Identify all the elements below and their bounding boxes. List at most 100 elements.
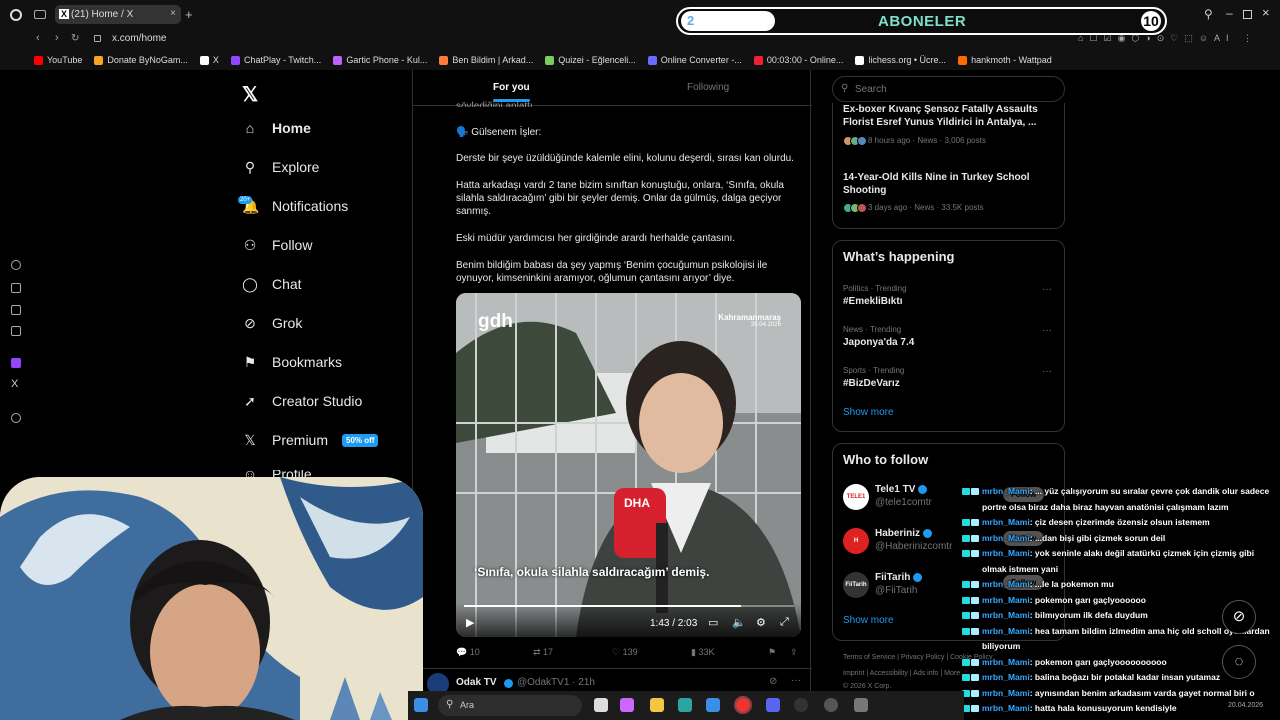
grok-icon[interactable]: ⊘	[769, 676, 777, 687]
nav-item-grok[interactable]: ⊘ Grok	[242, 315, 302, 331]
bookmark-item[interactable]: Gartic Phone - Kul...	[333, 55, 427, 65]
sidebar-twitch-icon[interactable]	[11, 358, 21, 368]
restore-icon[interactable]	[1243, 10, 1252, 19]
minimize-icon[interactable]: –	[1226, 6, 1233, 20]
browser-menu-icon[interactable]	[10, 9, 22, 21]
obs-icon[interactable]	[824, 698, 838, 712]
tab-home-x[interactable]: X (21) Home / X ×	[55, 5, 181, 24]
trend-name[interactable]: #EmekliBıktı	[843, 296, 902, 307]
bookmark-item[interactable]: Online Converter -...	[647, 55, 742, 65]
like-button[interactable]: ♡ 139	[612, 647, 638, 658]
bookmark-label: lichess.org • Ücre...	[868, 55, 947, 65]
windows-start-icon[interactable]	[414, 698, 428, 712]
repost-button[interactable]: ⇄ 17	[533, 647, 553, 658]
captions-icon[interactable]: ▭	[708, 616, 718, 629]
tab-following[interactable]: Following	[687, 82, 729, 93]
more-icon[interactable]: ···	[791, 675, 801, 686]
bookmark-item[interactable]: hankmoth - Wattpad	[958, 55, 1052, 65]
search-icon[interactable]: ⚲	[1204, 7, 1213, 21]
app-icon[interactable]	[854, 698, 868, 712]
new-tab-icon[interactable]: +	[185, 7, 193, 22]
nav-item-creator-studio[interactable]: ➚ Creator Studio	[242, 393, 362, 409]
bookmark-favicon-icon	[94, 55, 104, 65]
nav-item-follow[interactable]: ⚇ Follow	[242, 237, 313, 253]
sidebar-history-icon[interactable]	[11, 260, 21, 270]
next-post-author[interactable]: Odak TV	[456, 677, 497, 688]
bookmark-item[interactable]: Ben Bildim | Arkad...	[439, 55, 533, 65]
file-explorer-icon[interactable]	[650, 698, 664, 712]
show-more-trends[interactable]: Show more	[843, 407, 894, 418]
nav-item-notifications[interactable]: 🔔 Notifications	[242, 198, 348, 214]
tab-close-icon[interactable]: ×	[170, 8, 176, 19]
trend-more-icon[interactable]: ···	[1042, 366, 1052, 377]
bookmark-item[interactable]: lichess.org • Ücre...	[855, 55, 946, 65]
tab-overview-icon[interactable]	[34, 10, 46, 19]
sidebar-downloads-icon[interactable]	[11, 283, 21, 293]
close-window-icon[interactable]: ×	[1262, 5, 1270, 20]
trend-more-icon[interactable]: ···	[1042, 284, 1052, 295]
bookmark-icon[interactable]: ⚑	[768, 647, 776, 658]
bookmark-item[interactable]: YouTube	[34, 55, 82, 65]
settings-gear-icon[interactable]: ⚙	[756, 616, 766, 629]
follow-avatar[interactable]: TELE1	[843, 484, 869, 510]
follow-name[interactable]: Haberiniz	[875, 528, 933, 539]
bookmark-item[interactable]: X	[199, 55, 219, 65]
task-view-icon[interactable]	[594, 698, 608, 712]
views-button[interactable]: ▮ 33K	[691, 647, 714, 658]
search-input[interactable]: ⚲ Search	[832, 76, 1065, 102]
footer-links-2[interactable]: Imprint | Accessibility | Ads info | Mor…	[843, 670, 968, 677]
post-video[interactable]: gdh Kahramanmaraş 20.04.2026 DHA ‘Sınıfa,…	[456, 293, 801, 637]
play-icon[interactable]: ▶	[466, 616, 474, 629]
taskbar-date: 20.04.2026	[1228, 702, 1264, 709]
back-icon[interactable]: ‹	[36, 32, 40, 44]
reply-button[interactable]: 💬 10	[456, 647, 480, 658]
news-title-2[interactable]: 14-Year-Old Kills Nine in Turkey School …	[843, 171, 1053, 197]
reload-icon[interactable]: ↻	[71, 33, 79, 44]
news-title-1[interactable]: Ex-boxer Kıvanç Şensoz Fatally Assaults …	[843, 103, 1053, 129]
chat-badge-icon	[971, 689, 979, 697]
url-input[interactable]: x.com/home	[112, 33, 166, 44]
trend-more-icon[interactable]: ···	[1042, 325, 1052, 336]
volume-icon[interactable]: 🔈	[732, 616, 746, 629]
store-icon[interactable]	[706, 698, 720, 712]
nav-item-chat[interactable]: ◯ Chat	[242, 276, 301, 292]
follow-name[interactable]: Tele1 TV	[875, 484, 928, 495]
grok-fab-icon[interactable]: ⊘	[1222, 600, 1256, 634]
nav-item-premium[interactable]: 𝕏 Premium 50% off	[242, 432, 379, 448]
sidebar-notes-icon[interactable]	[11, 305, 21, 315]
sidebar-clock-icon[interactable]	[11, 413, 21, 423]
sidebar-m-icon[interactable]	[11, 326, 21, 336]
follow-name[interactable]: FiiTarih	[875, 572, 923, 583]
video-progress[interactable]	[464, 605, 794, 607]
discord-icon[interactable]	[766, 698, 780, 712]
messages-fab-icon[interactable]: ◌	[1222, 645, 1256, 679]
edge-icon[interactable]	[678, 698, 692, 712]
post-paragraph-1: Derste bir şeye üzüldüğünde kalemle elin…	[456, 153, 794, 164]
share-icon[interactable]: ⇪	[790, 647, 798, 658]
trend-name[interactable]: #BizDeVarız	[843, 378, 900, 389]
taskbar-search-input[interactable]: ⚲ Ara	[438, 695, 582, 716]
bookmark-item[interactable]: ChatPlay - Twitch...	[230, 55, 321, 65]
fullscreen-icon[interactable]: ⤢	[780, 616, 789, 629]
follow-avatar[interactable]: FiiTarih	[843, 572, 869, 598]
nav-item-home[interactable]: ⌂ Home	[242, 120, 311, 136]
x-logo-icon[interactable]: 𝕏	[242, 82, 258, 107]
bookmark-label: YouTube	[47, 55, 83, 65]
opera-icon[interactable]	[734, 696, 752, 714]
bookmark-favicon-icon	[439, 55, 449, 65]
show-more-follow[interactable]: Show more	[843, 615, 894, 626]
grok-icon: ⊘	[244, 315, 256, 331]
follow-avatar[interactable]: H	[843, 528, 869, 554]
tab-for-you[interactable]: For you	[493, 82, 530, 102]
trend-name[interactable]: Japonya'da 7.4	[843, 337, 914, 348]
bookmark-item[interactable]: Quizei - Eğlenceli...	[545, 55, 636, 65]
nav-label: Explore	[272, 159, 320, 175]
bookmark-item[interactable]: Donate ByNoGam...	[94, 55, 188, 65]
sidebar-x-icon[interactable]: X	[11, 378, 18, 390]
copilot-icon[interactable]	[620, 698, 634, 712]
forward-icon[interactable]: ›	[55, 32, 59, 44]
nav-item-bookmarks[interactable]: ⚑ Bookmarks	[242, 354, 342, 370]
nav-item-explore[interactable]: ⚲ Explore	[242, 159, 320, 175]
bookmark-item[interactable]: 00:03:00 - Online...	[753, 55, 843, 65]
steam-icon[interactable]	[794, 698, 808, 712]
